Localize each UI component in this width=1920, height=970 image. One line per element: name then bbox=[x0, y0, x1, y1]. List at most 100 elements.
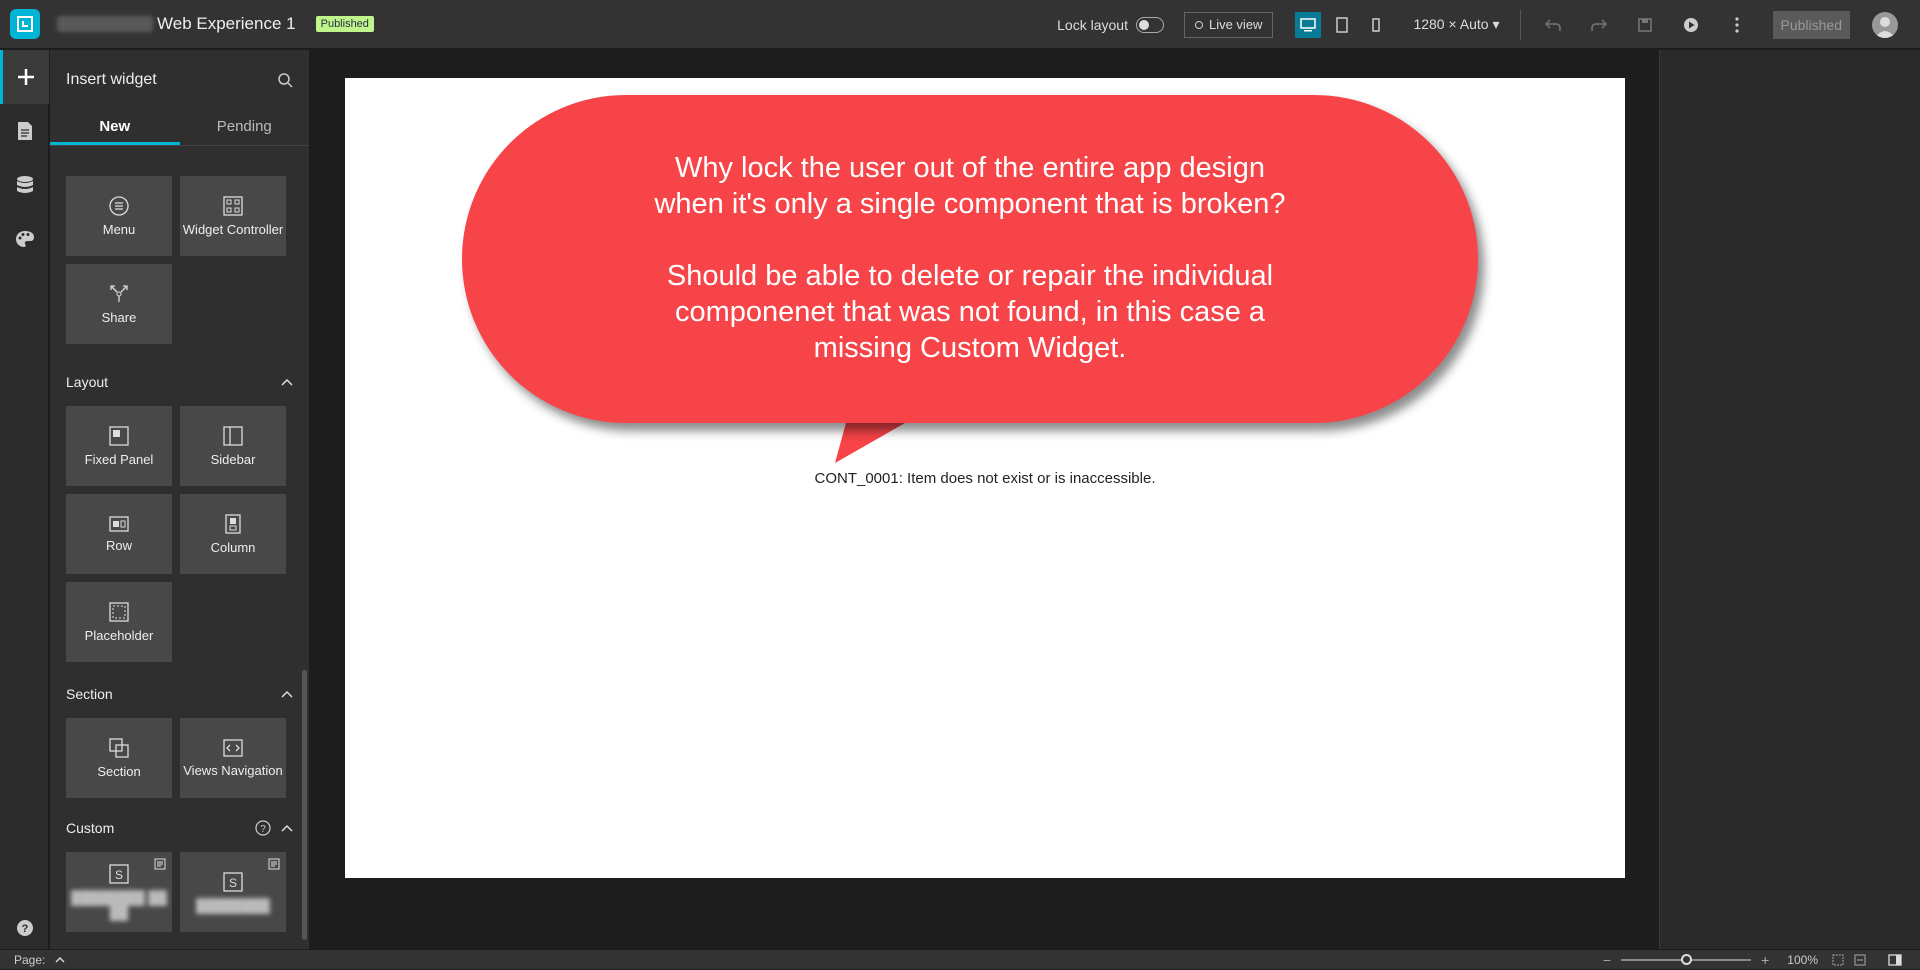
callout-line: componenet that was not found, in this c… bbox=[674, 296, 1266, 328]
svg-text:?: ? bbox=[260, 824, 266, 835]
app-logo[interactable] bbox=[0, 0, 49, 49]
redo-button[interactable] bbox=[1585, 11, 1613, 39]
widget-tile-share[interactable]: Share bbox=[66, 264, 172, 344]
svg-text:S: S bbox=[115, 868, 123, 882]
search-icon[interactable] bbox=[277, 72, 293, 88]
widget-label: Views Navigation bbox=[183, 762, 283, 778]
user-icon bbox=[1875, 16, 1895, 38]
page-canvas[interactable]: Why lock the user out of the entire app … bbox=[345, 78, 1625, 878]
screen-size-dropdown[interactable]: 1280 × Auto ▾ bbox=[1413, 16, 1499, 33]
widget-tile-sidebar[interactable]: Sidebar bbox=[180, 406, 286, 486]
widget-tile-custom-2[interactable]: S ████████ bbox=[180, 852, 286, 932]
settings-panel bbox=[1659, 50, 1920, 949]
placeholder-icon bbox=[109, 601, 129, 622]
widget-tile-section[interactable]: Section bbox=[66, 718, 172, 798]
panel-title: Insert widget bbox=[66, 71, 157, 88]
panel-header: Insert widget bbox=[50, 50, 309, 110]
database-icon bbox=[16, 176, 33, 193]
toolbar-divider bbox=[1519, 9, 1521, 40]
fit-screen-icon[interactable] bbox=[1832, 954, 1844, 966]
widget-label: Menu bbox=[102, 221, 136, 237]
experience-builder-icon bbox=[9, 9, 40, 39]
callout-line: Should be able to delete or repair the i… bbox=[666, 260, 1274, 292]
zoom-slider[interactable] bbox=[1621, 954, 1752, 965]
publish-button[interactable]: Published bbox=[1772, 10, 1850, 39]
svg-text:?: ? bbox=[21, 923, 28, 935]
layout-heading: Layout bbox=[66, 374, 109, 390]
zoom-controls: − + 100% bbox=[1603, 950, 1920, 970]
views-navigation-icon bbox=[223, 738, 243, 757]
mobile-icon bbox=[1372, 17, 1381, 32]
panel-tabs: New Pending bbox=[50, 110, 309, 146]
tab-new[interactable]: New bbox=[50, 110, 180, 145]
help-button[interactable]: ? bbox=[0, 919, 49, 937]
custom-widget-grid: S ████████ ██ ██ S ████████ bbox=[50, 852, 309, 932]
save-button[interactable] bbox=[1631, 11, 1659, 39]
lock-layout-label: Lock layout bbox=[1057, 16, 1128, 33]
widget-tile-column[interactable]: Column bbox=[180, 494, 286, 574]
column-icon bbox=[225, 513, 241, 534]
chevron-up-icon bbox=[281, 690, 293, 698]
app-title[interactable]: Web Experience 1 bbox=[157, 14, 296, 34]
tablet-view-button[interactable] bbox=[1329, 12, 1355, 38]
widget-tile-views-navigation[interactable]: Views Navigation bbox=[180, 718, 286, 798]
widget-tile-widget-controller[interactable]: Widget Controller bbox=[180, 176, 286, 256]
fit-width-icon[interactable] bbox=[1854, 954, 1866, 966]
rail-theme[interactable] bbox=[0, 212, 49, 266]
screen-size-value: 1280 × Auto bbox=[1413, 16, 1489, 32]
widget-label: Sidebar bbox=[210, 451, 256, 467]
zoom-out-icon[interactable]: − bbox=[1603, 952, 1611, 968]
tablet-icon bbox=[1336, 16, 1349, 33]
desktop-view-button[interactable] bbox=[1295, 11, 1322, 38]
custom-widget-icon: S bbox=[223, 871, 243, 892]
widget-tile-fixed-panel[interactable]: Fixed Panel bbox=[66, 406, 172, 486]
widget-label: Fixed Panel bbox=[84, 451, 154, 467]
rail-insert-widget[interactable] bbox=[0, 50, 49, 104]
undo-icon bbox=[1544, 18, 1561, 31]
chevron-down-icon: ▾ bbox=[1492, 16, 1500, 32]
callout-line: when it's only a single component that i… bbox=[654, 188, 1286, 220]
toggle-panel-icon[interactable] bbox=[1888, 954, 1902, 966]
widget-tile-row[interactable]: Row bbox=[66, 494, 172, 574]
more-options-button[interactable] bbox=[1723, 11, 1751, 39]
tab-pending[interactable]: Pending bbox=[180, 110, 310, 145]
undo-button[interactable] bbox=[1539, 11, 1567, 39]
layout-section-header[interactable]: Layout bbox=[50, 358, 309, 406]
live-view-button[interactable]: Live view bbox=[1183, 11, 1274, 38]
chevron-up-icon[interactable] bbox=[55, 956, 65, 963]
preview-button[interactable] bbox=[1677, 11, 1705, 39]
widget-tile-menu[interactable]: Menu bbox=[66, 176, 172, 256]
top-widget-grid: Menu Widget Controller Share bbox=[50, 176, 309, 344]
desktop-icon bbox=[1300, 17, 1317, 31]
widget-label: Share bbox=[101, 309, 137, 325]
widget-label: Column bbox=[210, 539, 256, 555]
info-doc-icon[interactable] bbox=[268, 858, 280, 870]
info-doc-icon[interactable] bbox=[154, 858, 166, 870]
page-label: Page: bbox=[14, 952, 46, 967]
more-vertical-icon bbox=[1734, 16, 1739, 33]
menu-icon bbox=[109, 195, 129, 216]
callout-text: Why lock the user out of the entire app … bbox=[462, 150, 1478, 366]
section-section-header[interactable]: Section bbox=[50, 670, 309, 718]
user-avatar[interactable] bbox=[1872, 11, 1898, 38]
custom-section-header[interactable]: Custom ? bbox=[50, 804, 309, 852]
lock-layout-toggle[interactable] bbox=[1135, 16, 1164, 33]
toolbar-right: Lock layout Live view 1280 × Auto ▾ Publ… bbox=[1057, 0, 1920, 49]
panel-scrollbar[interactable] bbox=[302, 670, 307, 940]
rail-pages[interactable] bbox=[0, 104, 49, 158]
chevron-up-icon bbox=[281, 824, 293, 832]
zoom-slider-handle[interactable] bbox=[1680, 954, 1692, 965]
custom-widget-icon: S bbox=[109, 864, 129, 884]
status-bar: Page: − + 100% bbox=[0, 949, 1920, 969]
mobile-view-button[interactable] bbox=[1363, 12, 1389, 38]
rail-data[interactable] bbox=[0, 158, 49, 212]
play-icon bbox=[1683, 17, 1698, 32]
layout-widget-grid: Fixed Panel Sidebar Row Column Placehold… bbox=[50, 406, 309, 662]
zoom-in-icon[interactable]: + bbox=[1761, 952, 1769, 968]
widget-label: ████████ ██ ██ bbox=[71, 890, 167, 920]
widget-tile-custom-1[interactable]: S ████████ ██ ██ bbox=[66, 852, 172, 932]
widget-tile-placeholder[interactable]: Placeholder bbox=[66, 582, 172, 662]
zoom-level: 100% bbox=[1787, 953, 1818, 967]
widget-label: Section bbox=[97, 763, 141, 779]
help-icon[interactable]: ? bbox=[255, 820, 271, 836]
